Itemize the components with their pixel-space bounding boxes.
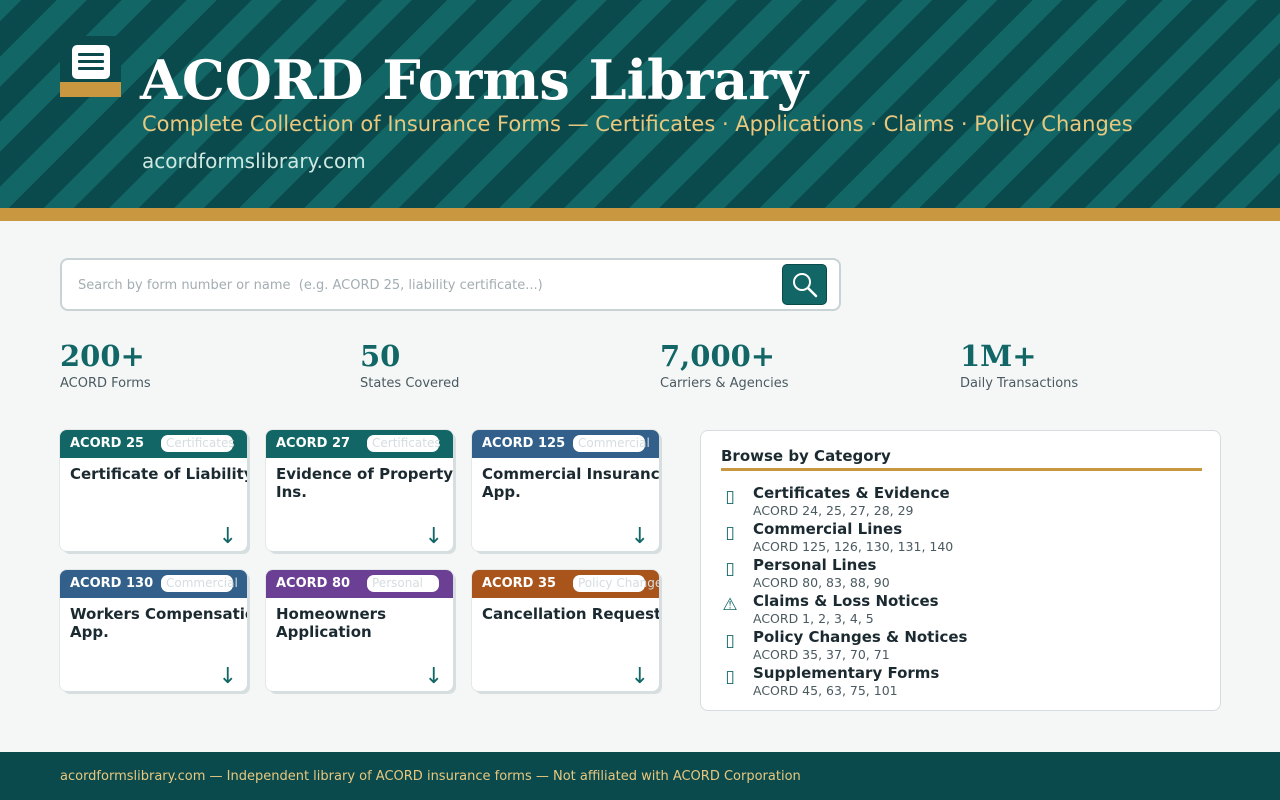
category-name: Certificates & Evidence [753,484,950,502]
page-title: ACORD Forms Library [140,48,809,112]
form-number: ACORD 25 [70,436,145,451]
category-forms: ACORD 45, 63, 75, 101 [753,683,898,698]
card-header: ACORD 25 Certificates [60,430,247,458]
category-tag: Policy Changes [573,575,659,592]
category-certificates[interactable]: ▯ Certificates & Evidence ACORD 24, 25, … [721,484,1191,518]
search-icon [793,273,818,298]
form-name: Cancellation Request [482,605,659,623]
category-forms: ACORD 125, 126, 130, 131, 140 [753,539,954,554]
stat-label: Carriers & Agencies [660,376,789,391]
category-forms: ACORD 1, 2, 3, 4, 5 [753,611,874,626]
download-icon[interactable]: ↓ [219,665,237,689]
download-icon[interactable]: ↓ [219,525,237,549]
site-logo[interactable] [60,36,121,97]
category-forms: ACORD 80, 83, 88, 90 [753,575,890,590]
category-forms: ACORD 24, 25, 27, 28, 29 [753,503,914,518]
category-personal[interactable]: ▯ Personal Lines ACORD 80, 83, 88, 90 [721,556,1191,590]
page-subtitle: Complete Collection of Insurance Forms —… [142,112,1133,136]
category-name: Personal Lines [753,556,877,574]
category-supplementary[interactable]: ▯ Supplementary Forms ACORD 45, 63, 75, … [721,664,1191,698]
form-card-acord-25[interactable]: ACORD 25 Certificates Certificate of Lia… [60,430,247,551]
form-name: Workers Compensation App. [70,605,247,641]
form-number: ACORD 80 [276,576,351,591]
edit-icon: ▯ [725,631,735,651]
search-input[interactable] [78,270,778,300]
download-icon[interactable]: ↓ [631,665,649,689]
site-domain: acordformslibrary.com [142,149,366,173]
category-tag: Certificates [367,435,441,452]
form-card-acord-35[interactable]: ACORD 35 Policy Changes Cancellation Req… [472,570,659,691]
card-header: ACORD 125 Commercial [472,430,659,458]
form-card-acord-27[interactable]: ACORD 27 Certificates Evidence of Proper… [266,430,453,551]
form-number: ACORD 125 [482,436,566,451]
site-header: ACORD Forms Library Complete Collection … [0,0,1280,208]
category-claims[interactable]: ⚠ Claims & Loss Notices ACORD 1, 2, 3, 4… [721,592,1191,626]
category-tag-label: Commercial [166,576,238,590]
document-icon: ▯ [725,487,735,507]
search-bar [60,258,841,311]
stat-label: States Covered [360,376,460,391]
category-tag-label: Policy Changes [578,576,659,590]
form-number: ACORD 130 [70,576,154,591]
form-card-acord-130[interactable]: ACORD 130 Commercial Workers Compensatio… [60,570,247,691]
category-tag-label: Personal [372,576,424,590]
category-tag-label: Certificates [372,436,441,450]
attachment-icon: ▯ [725,667,735,687]
form-name: Commercial Insurance App. [482,465,659,501]
stat-forms: 200+ ACORD Forms [60,338,310,391]
form-number: ACORD 35 [482,576,557,591]
form-name: Homeowners Application [276,605,387,641]
download-icon[interactable]: ↓ [425,525,443,549]
stat-carriers: 7,000+ Carriers & Agencies [660,338,910,391]
stat-value: 1M+ [960,339,1037,373]
form-card-acord-125[interactable]: ACORD 125 Commercial Commercial Insuranc… [472,430,659,551]
warning-icon: ⚠ [722,595,738,615]
stat-label: Daily Transactions [960,376,1079,391]
category-panel: Browse by Category ▯ Certificates & Evid… [700,430,1221,711]
stat-value: 50 [360,339,401,373]
card-header: ACORD 35 Policy Changes [472,570,659,598]
stat-label: ACORD Forms [60,376,151,391]
category-policy-changes[interactable]: ▯ Policy Changes & Notices ACORD 35, 37,… [721,628,1191,662]
footer-text: acordformslibrary.com — Independent libr… [60,769,801,784]
form-card-acord-80[interactable]: ACORD 80 Personal Homeowners Application… [266,570,453,691]
building-icon: ▯ [725,523,735,543]
category-name: Claims & Loss Notices [753,592,939,610]
download-icon[interactable]: ↓ [425,665,443,689]
document-icon [72,45,110,79]
form-name: Certificate of Liability [70,465,247,483]
form-number: ACORD 27 [276,436,351,451]
search-button[interactable] [782,264,827,305]
category-commercial[interactable]: ▯ Commercial Lines ACORD 125, 126, 130, … [721,520,1191,554]
download-icon[interactable]: ↓ [631,525,649,549]
category-tag-label: Certificates [166,436,235,450]
stat-states: 50 States Covered [360,338,610,391]
form-name: Evidence of Property Ins. [276,465,453,501]
card-header: ACORD 27 Certificates [266,430,453,458]
category-forms: ACORD 35, 37, 70, 71 [753,647,890,662]
category-name: Policy Changes & Notices [753,628,968,646]
card-header: ACORD 130 Commercial [60,570,247,598]
stat-value: 200+ [60,339,145,373]
category-panel-divider [721,468,1202,471]
category-tag: Commercial [161,575,238,592]
header-divider [0,208,1280,221]
category-tag: Commercial [573,435,650,452]
logo-base [60,82,121,97]
category-tag-label: Commercial [578,436,650,450]
stat-transactions: 1M+ Daily Transactions [960,338,1210,391]
site-footer: acordformslibrary.com — Independent libr… [0,752,1280,800]
category-tag: Personal [367,575,439,592]
stat-value: 7,000+ [660,339,776,373]
category-panel-title: Browse by Category [721,447,891,465]
card-header: ACORD 80 Personal [266,570,453,598]
category-tag: Certificates [161,435,235,452]
category-name: Supplementary Forms [753,664,940,682]
category-name: Commercial Lines [753,520,903,538]
home-icon: ▯ [725,559,735,579]
